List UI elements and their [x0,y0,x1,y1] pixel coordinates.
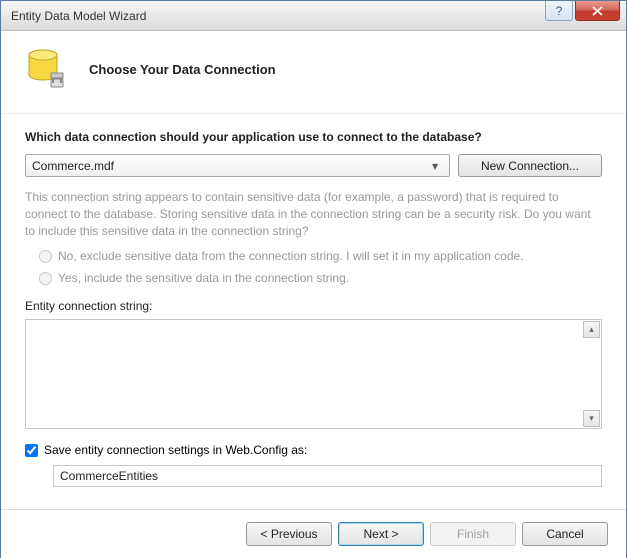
chevron-up-icon: ▴ [589,324,594,335]
sensitive-data-radio-group: No, exclude sensitive data from the conn… [25,249,602,285]
radio-exclude-label: No, exclude sensitive data from the conn… [58,249,524,263]
sensitive-data-note: This connection string appears to contai… [25,189,602,239]
scroll-up-button[interactable]: ▴ [583,321,600,338]
database-icon [25,45,73,93]
help-button[interactable]: ? [545,1,573,21]
connection-string-textarea[interactable]: ▴ ▾ [25,319,602,429]
save-settings-row: Save entity connection settings in Web.C… [25,443,602,457]
new-connection-button[interactable]: New Connection... [458,154,602,177]
radio-include-label: Yes, include the sensitive data in the c… [58,271,349,285]
finish-button: Finish [430,522,516,546]
save-settings-label: Save entity connection settings in Web.C… [44,443,307,457]
wizard-header: Choose Your Data Connection [1,31,626,114]
connection-dropdown[interactable]: Commerce.mdf ▾ [25,154,450,177]
window-title: Entity Data Model Wizard [11,9,545,23]
connection-string-label: Entity connection string: [25,299,602,313]
connection-selected: Commerce.mdf [32,159,427,173]
wizard-footer: < Previous Next > Finish Cancel [1,509,626,558]
wizard-content: Which data connection should your applic… [1,114,626,497]
close-icon [592,6,603,16]
chevron-down-icon: ▾ [589,413,594,424]
help-icon: ? [556,4,563,18]
chevron-down-icon: ▾ [427,159,443,173]
scroll-down-button[interactable]: ▾ [583,410,600,427]
wizard-heading: Choose Your Data Connection [89,62,276,77]
connection-row: Commerce.mdf ▾ New Connection... [25,154,602,177]
title-bar: Entity Data Model Wizard ? [1,1,626,31]
close-button[interactable] [575,1,620,21]
radio-include [39,272,52,285]
config-name-input[interactable] [53,465,602,487]
save-settings-checkbox[interactable] [25,444,38,457]
radio-exclude-row: No, exclude sensitive data from the conn… [39,249,602,263]
next-button[interactable]: Next > [338,522,424,546]
radio-exclude [39,250,52,263]
previous-button[interactable]: < Previous [246,522,332,546]
question-label: Which data connection should your applic… [25,130,602,144]
window-controls: ? [545,1,626,30]
cancel-button[interactable]: Cancel [522,522,608,546]
radio-include-row: Yes, include the sensitive data in the c… [39,271,602,285]
